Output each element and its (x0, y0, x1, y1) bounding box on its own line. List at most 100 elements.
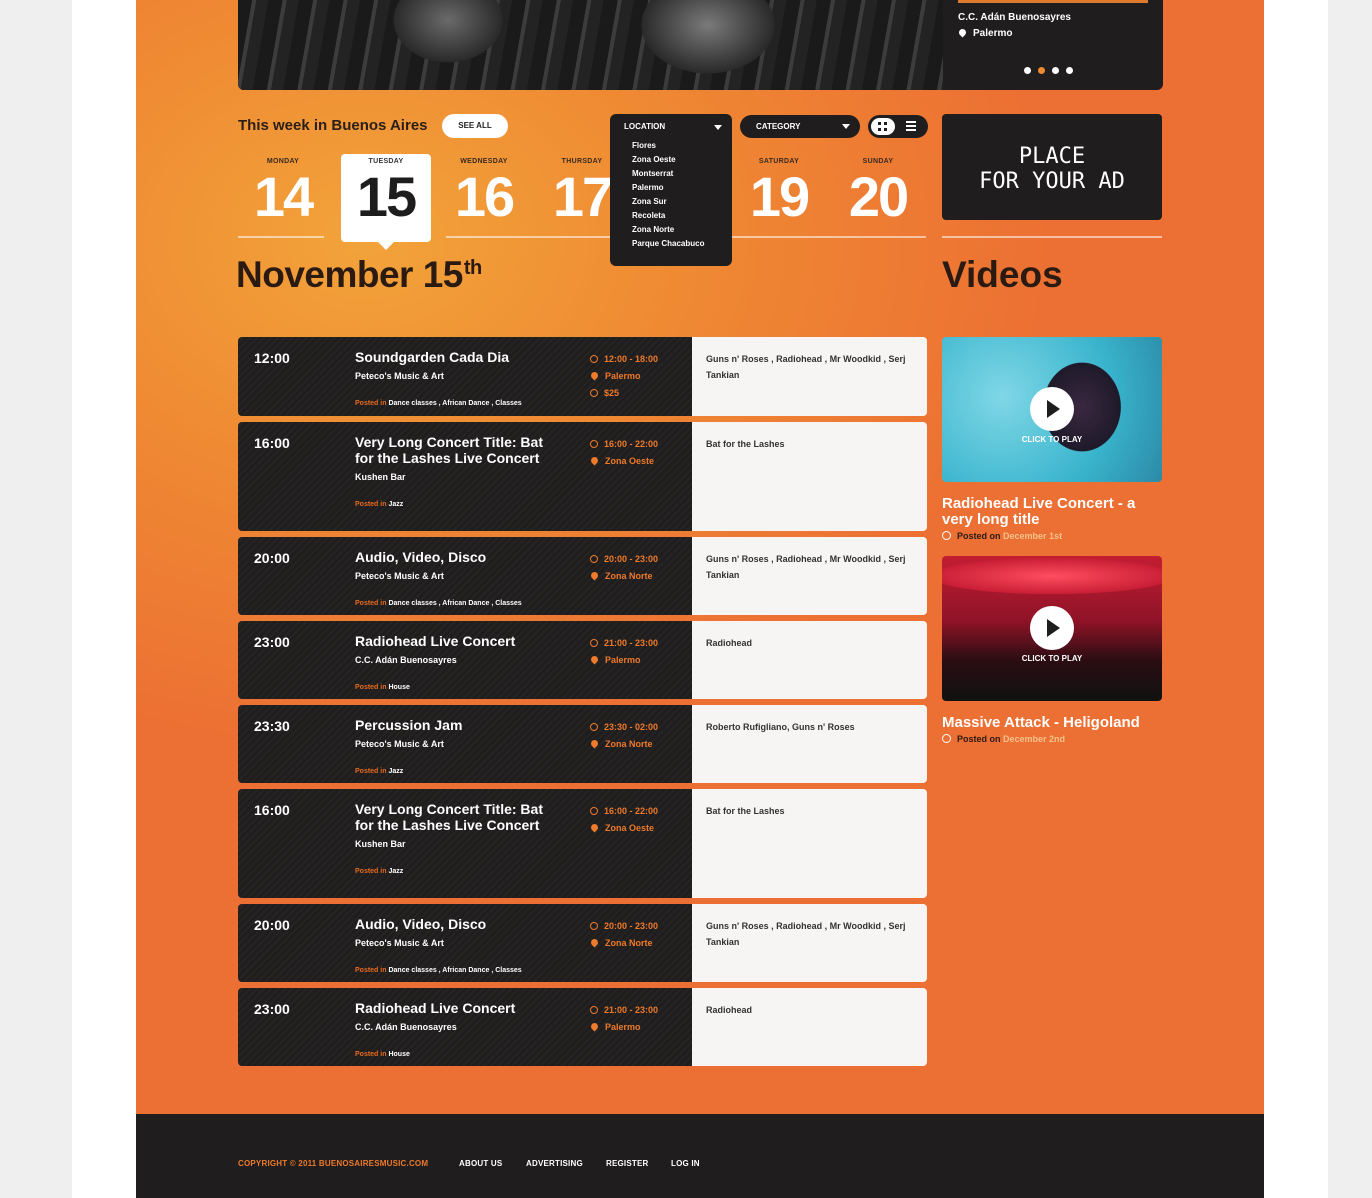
event-venue[interactable]: Peteco's Music & Art (355, 568, 545, 584)
event-area: Palermo (589, 368, 658, 385)
event-details[interactable]: 20:00 Audio, Video, Disco Peteco's Music &… (238, 904, 692, 982)
view-toggle[interactable] (868, 115, 928, 138)
event-venue[interactable]: C.C. Adán Buenosayres (355, 652, 545, 668)
event-hours-text: 23:30 - 02:00 (604, 722, 659, 732)
pin-icon (589, 455, 600, 466)
event-details[interactable]: 23:00 Radiohead Live Concert C.C. Adán Bue… (238, 621, 692, 699)
event-details[interactable]: 23:30 Percussion Jam Peteco's Music & Art P… (238, 705, 692, 783)
event-tag-list[interactable]: Dance classes , African Dance , Classes (388, 400, 521, 407)
event-tag-list[interactable]: Dance classes , African Dance , Classes (388, 967, 521, 974)
video-card[interactable]: CLICK TO PLAY Radiohead Live Concert - a… (942, 337, 1162, 541)
event-venue[interactable]: Kushen Bar (355, 836, 545, 852)
carousel-dot[interactable] (1066, 67, 1073, 74)
carousel-dots (1024, 67, 1073, 74)
event-row[interactable]: 23:30 Percussion Jam Peteco's Music & Art P… (238, 705, 927, 783)
day-wednesday[interactable]: WEDNESDAY 16 (439, 158, 529, 229)
event-venue[interactable]: Peteco's Music & Art (355, 935, 545, 951)
day-saturday[interactable]: SATURDAY 19 (734, 158, 824, 229)
hero-banner[interactable]: C.C. Adán Buenosayres Palermo (238, 0, 1163, 90)
event-hours: 16:00 - 22:00 (590, 803, 658, 820)
event-venue[interactable]: Peteco's Music & Art (355, 736, 545, 752)
event-title[interactable]: Radiohead Live Concert (355, 633, 545, 649)
footer-link-about[interactable]: ABOUT US (459, 1159, 502, 1168)
event-details[interactable]: 16:00 Very Long Concert Title: Bat for th… (238, 789, 692, 898)
event-details[interactable]: 20:00 Audio, Video, Disco Peteco's Music &… (238, 537, 692, 615)
event-details[interactable]: 12:00 Soundgarden Cada Dia Peteco's Music … (238, 337, 692, 416)
page: C.C. Adán Buenosayres Palermo This week … (136, 0, 1264, 1198)
video-title[interactable]: Radiohead Live Concert - a very long tit… (942, 496, 1162, 528)
clock-icon (590, 1006, 598, 1014)
event-venue[interactable]: C.C. Adán Buenosayres (355, 1019, 545, 1035)
event-meta: 20:00 - 23:00 Zona Norte (589, 551, 658, 585)
pin-icon (589, 822, 600, 833)
event-row[interactable]: 16:00 Very Long Concert Title: Bat for th… (238, 422, 927, 531)
location-option[interactable]: Zona Norte (632, 223, 732, 237)
location-option[interactable]: Flores (632, 139, 732, 153)
location-option[interactable]: Zona Sur (632, 195, 732, 209)
grid-view-icon[interactable] (871, 118, 895, 135)
carousel-dot[interactable] (1052, 67, 1059, 74)
video-thumbnail[interactable]: CLICK TO PLAY (942, 556, 1162, 701)
event-tag-list[interactable]: House (388, 1051, 409, 1058)
event-title[interactable]: Very Long Concert Title: Bat for the Las… (355, 801, 545, 833)
footer-link-register[interactable]: REGISTER (606, 1159, 649, 1168)
carousel-dot[interactable] (1024, 67, 1031, 74)
pin-icon (589, 654, 600, 665)
event-row[interactable]: 23:00 Radiohead Live Concert C.C. Adán Bue… (238, 988, 927, 1066)
event-tag-list[interactable]: Jazz (388, 868, 403, 875)
footer-link-login[interactable]: LOG IN (671, 1159, 700, 1168)
carousel-dot-active[interactable] (1038, 67, 1045, 74)
event-venue[interactable]: Kushen Bar (355, 469, 545, 485)
event-title[interactable]: Audio, Video, Disco (355, 916, 545, 932)
event-venue[interactable]: Peteco's Music & Art (355, 368, 545, 384)
event-title[interactable]: Audio, Video, Disco (355, 549, 545, 565)
event-row[interactable]: 20:00 Audio, Video, Disco Peteco's Music &… (238, 904, 927, 982)
category-dropdown[interactable]: CATEGORY (740, 115, 860, 138)
location-option[interactable]: Palermo (632, 181, 732, 195)
video-title[interactable]: Massive Attack - Heligoland (942, 715, 1162, 731)
event-title-block: Soundgarden Cada Dia Peteco's Music & Art… (355, 349, 545, 412)
event-row[interactable]: 16:00 Very Long Concert Title: Bat for th… (238, 789, 927, 898)
video-card[interactable]: CLICK TO PLAY Massive Attack - Heligolan… (942, 556, 1162, 744)
event-tag-list[interactable]: Jazz (388, 501, 403, 508)
event-price: $25 (590, 385, 658, 402)
event-title[interactable]: Percussion Jam (355, 717, 545, 733)
event-details[interactable]: 16:00 Very Long Concert Title: Bat for th… (238, 422, 692, 531)
event-tags: Posted in Dance classes , African Dance … (355, 596, 545, 612)
play-icon[interactable] (1030, 387, 1074, 431)
event-tag-list[interactable]: Jazz (388, 768, 403, 775)
event-meta: 23:30 - 02:00 Zona Norte (589, 719, 659, 753)
video-thumbnail[interactable]: CLICK TO PLAY (942, 337, 1162, 482)
event-title[interactable]: Radiohead Live Concert (355, 1000, 545, 1016)
posted-in-label: Posted in (355, 967, 387, 974)
event-title[interactable]: Soundgarden Cada Dia (355, 349, 545, 365)
location-dropdown-label[interactable]: LOCATION (610, 114, 732, 139)
location-option[interactable]: Recoleta (632, 209, 732, 223)
list-view-icon[interactable] (906, 121, 916, 133)
event-artists: Radiohead (692, 988, 927, 1066)
event-title[interactable]: Very Long Concert Title: Bat for the Las… (355, 434, 545, 466)
event-tag-list[interactable]: Dance classes , African Dance , Classes (388, 600, 521, 607)
day-monday[interactable]: MONDAY 14 (238, 158, 328, 229)
location-option[interactable]: Zona Oeste (632, 153, 732, 167)
event-details[interactable]: 23:00 Radiohead Live Concert C.C. Adán Bue… (238, 988, 692, 1066)
location-dropdown[interactable]: LOCATION Flores Zona Oeste Montserrat Pa… (610, 114, 732, 266)
see-all-button[interactable]: SEE ALL (442, 114, 508, 138)
event-row[interactable]: 23:00 Radiohead Live Concert C.C. Adán Bue… (238, 621, 927, 699)
location-option[interactable]: Montserrat (632, 167, 732, 181)
play-icon[interactable] (1030, 606, 1074, 650)
event-row[interactable]: 12:00 Soundgarden Cada Dia Peteco's Music … (238, 337, 927, 416)
event-meta: 12:00 - 18:00 Palermo $25 (589, 351, 658, 402)
ad-placeholder[interactable]: PLACE FOR YOUR AD (942, 114, 1162, 220)
location-option[interactable]: Parque Chacabuco (632, 237, 732, 251)
day-sunday[interactable]: SUNDAY 20 (833, 158, 923, 229)
event-tag-list[interactable]: House (388, 684, 409, 691)
day-number: 16 (454, 165, 515, 228)
event-meta: 16:00 - 22:00 Zona Oeste (589, 803, 658, 837)
event-hours-text: 20:00 - 23:00 (604, 921, 659, 931)
footer-link-advertising[interactable]: ADVERTISING (526, 1159, 583, 1168)
event-row[interactable]: 20:00 Audio, Video, Disco Peteco's Music &… (238, 537, 927, 615)
event-title-block: Percussion Jam Peteco's Music & Art Posted… (355, 717, 545, 780)
day-tuesday-selected[interactable]: TUESDAY 15 (341, 154, 431, 250)
pin-icon (589, 570, 600, 581)
